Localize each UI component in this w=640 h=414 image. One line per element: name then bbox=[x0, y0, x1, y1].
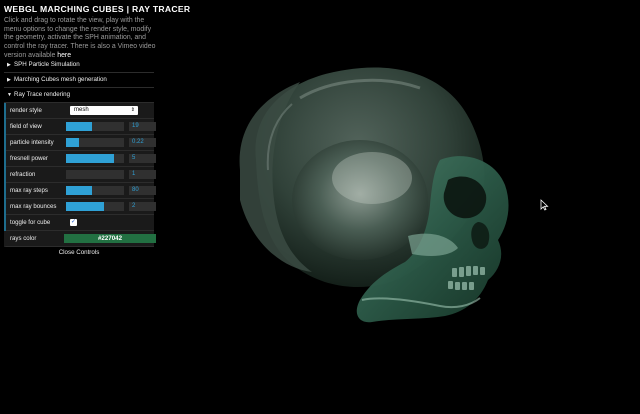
intro-text: Click and drag to rotate the view, play … bbox=[4, 17, 156, 61]
particle-intensity-input[interactable]: 0.22 bbox=[129, 138, 156, 147]
particle-intensity-label: particle intensity bbox=[10, 139, 54, 146]
fresnell-power-input[interactable]: 5 bbox=[129, 154, 156, 163]
toggle-cube-label: toggle for cube bbox=[10, 219, 51, 226]
controls-panel: ▶ SPH Particle Simulation ▶ Marching Cubes… bbox=[4, 58, 156, 258]
intro-paragraph: Click and drag to rotate the view, play … bbox=[4, 17, 156, 59]
ray-trace-controls: render style mesh ⇕ field of view 19 par… bbox=[4, 103, 156, 231]
toggle-cube-row: toggle for cube ✓ bbox=[6, 215, 154, 231]
render-style-label: render style bbox=[10, 107, 42, 114]
folder-ray-trace-rendering[interactable]: ▼ Ray Trace rendering bbox=[4, 88, 154, 103]
app-title: WEBGL MARCHING CUBES | RAY TRACER bbox=[4, 4, 191, 14]
particle-intensity-slider[interactable] bbox=[66, 138, 124, 147]
render-style-row: render style mesh ⇕ bbox=[6, 103, 154, 119]
slider-fill bbox=[66, 122, 93, 131]
triangle-down-icon: ▼ bbox=[7, 92, 12, 98]
mouse-cursor-icon bbox=[540, 199, 549, 211]
fresnell-power-row: fresnell power 5 bbox=[6, 151, 156, 167]
max-ray-bounces-input[interactable]: 2 bbox=[129, 202, 156, 211]
folder-sph-particle-simulation[interactable]: ▶ SPH Particle Simulation bbox=[4, 58, 154, 73]
particle-intensity-row: particle intensity 0.22 bbox=[6, 135, 156, 151]
rays-color-picker[interactable]: #227042 bbox=[64, 234, 156, 243]
refraction-slider[interactable] bbox=[66, 170, 124, 179]
field-of-view-row: field of view 19 bbox=[6, 119, 156, 135]
max-ray-steps-label: max ray steps bbox=[10, 187, 48, 194]
max-ray-steps-row: max ray steps 80 bbox=[6, 183, 156, 199]
max-ray-steps-slider[interactable] bbox=[66, 186, 124, 195]
checkmark-icon: ✓ bbox=[70, 219, 77, 225]
triangle-right-icon: ▶ bbox=[7, 62, 11, 68]
rays-color-row: rays color #227042 bbox=[4, 231, 156, 247]
select-arrows-icon: ⇕ bbox=[130, 107, 135, 113]
fresnell-power-label: fresnell power bbox=[10, 155, 48, 162]
render-style-value: mesh bbox=[74, 107, 89, 113]
max-ray-bounces-label: max ray bounces bbox=[10, 203, 57, 210]
intro-header: WEBGL MARCHING CUBES | RAY TRACER Click … bbox=[4, 4, 191, 61]
folder-marching-cubes[interactable]: ▶ Marching Cubes mesh generation bbox=[4, 73, 154, 88]
rays-color-label: rays color bbox=[10, 235, 37, 242]
folder-label: Marching Cubes mesh generation bbox=[14, 76, 107, 83]
field-of-view-label: field of view bbox=[10, 123, 42, 130]
refraction-input[interactable]: 1 bbox=[129, 170, 156, 179]
toggle-cube-checkbox[interactable]: ✓ bbox=[70, 219, 77, 226]
slider-fill bbox=[66, 154, 115, 163]
refraction-row: refraction 1 bbox=[6, 167, 156, 183]
slider-fill bbox=[66, 138, 79, 147]
folder-label: SPH Particle Simulation bbox=[14, 61, 80, 68]
field-of-view-input[interactable]: 19 bbox=[129, 122, 156, 131]
refraction-label: refraction bbox=[10, 171, 36, 178]
triangle-right-icon: ▶ bbox=[7, 77, 11, 83]
max-ray-bounces-slider[interactable] bbox=[66, 202, 124, 211]
max-ray-steps-input[interactable]: 80 bbox=[129, 186, 156, 195]
render-style-select[interactable]: mesh ⇕ bbox=[70, 106, 138, 115]
fresnell-power-slider[interactable] bbox=[66, 154, 124, 163]
close-controls-button[interactable]: Close Controls bbox=[4, 247, 154, 258]
folder-label: Ray Trace rendering bbox=[14, 91, 71, 98]
slider-fill bbox=[66, 186, 92, 195]
max-ray-bounces-row: max ray bounces 2 bbox=[6, 199, 156, 215]
field-of-view-slider[interactable] bbox=[66, 122, 124, 131]
slider-fill bbox=[66, 202, 105, 211]
